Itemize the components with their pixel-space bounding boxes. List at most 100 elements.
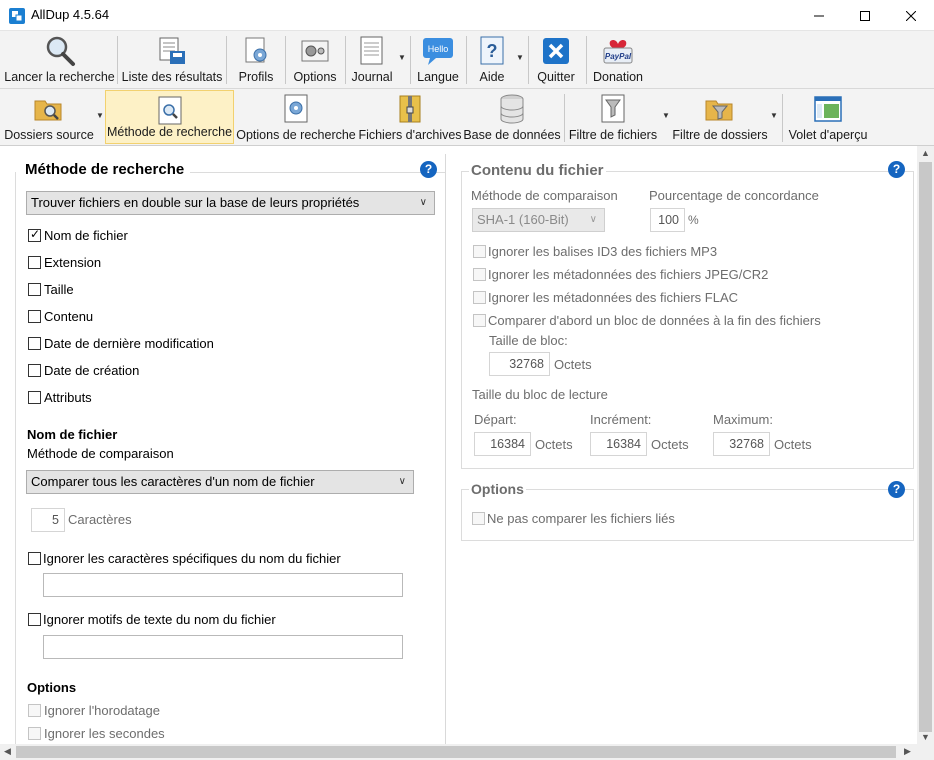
char-count-field[interactable]: 5: [31, 508, 65, 532]
close-button[interactable]: [888, 0, 934, 31]
start-field[interactable]: 16384: [474, 432, 531, 456]
dossiers-source-dropdown-arrow-icon[interactable]: ▼: [96, 111, 104, 120]
donation-label: Donation: [592, 70, 644, 84]
aide-dropdown-arrow-icon[interactable]: ▼: [516, 53, 524, 62]
max-label: Maximum:: [713, 412, 773, 427]
checkbox-ignore-seconds[interactable]: [28, 727, 41, 740]
checkbox-ignore-timestamp[interactable]: [28, 704, 41, 717]
horizontal-scroll-thumb[interactable]: [16, 746, 896, 758]
taille-label: Taille: [44, 282, 74, 297]
profils-button[interactable]: Profils: [231, 31, 281, 88]
filtre-de-fichiers-tab[interactable]: Filtre de fichiers: [568, 89, 658, 146]
toolbar-separator: [466, 36, 467, 84]
scroll-up-icon[interactable]: ▲: [921, 148, 930, 158]
checkbox-taille[interactable]: [28, 283, 41, 296]
char-unit-label: Caractères: [68, 512, 132, 527]
checkbox-attributs[interactable]: [28, 391, 41, 404]
liste-des-resultats-button[interactable]: Liste des résultats: [122, 31, 222, 88]
horizontal-scrollbar[interactable]: ◀ ▶: [0, 744, 917, 760]
journal-button[interactable]: Journal: [349, 31, 395, 88]
options-button[interactable]: Options: [289, 31, 341, 88]
folder-filter-icon: [705, 100, 733, 121]
checkbox-ignore-chars[interactable]: [28, 552, 41, 565]
volet-d-apercu-tab[interactable]: Volet d'aperçu: [786, 89, 870, 146]
langue-button[interactable]: Hello Langue: [414, 31, 462, 88]
filtre-de-fichiers-label: Filtre de fichiers: [568, 128, 658, 142]
aide-button[interactable]: ? Aide: [470, 31, 514, 88]
options-icon: [301, 40, 329, 62]
left-frame-border: [15, 172, 16, 744]
checkbox-ignore-jpeg-meta[interactable]: [473, 268, 486, 281]
fichiers-d-archives-tab[interactable]: Fichiers d'archives: [358, 89, 462, 146]
match-percentage-field[interactable]: 100: [650, 208, 685, 232]
quitter-button[interactable]: Quitter: [533, 31, 579, 88]
options-help-icon[interactable]: ?: [888, 481, 905, 498]
checkbox-contenu[interactable]: [28, 310, 41, 323]
filename-comparison-select[interactable]: Comparer tous les caractères d'un nom de…: [26, 470, 414, 494]
block-size-unit: Octets: [554, 357, 592, 372]
block-size-field[interactable]: 32768: [489, 352, 550, 376]
ignore-patterns-input[interactable]: [43, 635, 403, 659]
paypal-icon-text: PayPal: [605, 52, 632, 61]
max-field[interactable]: 32768: [713, 432, 770, 456]
ignore-chars-input[interactable]: [43, 573, 403, 597]
checkbox-compare-end-block[interactable]: [473, 314, 486, 327]
donation-button[interactable]: PayPal Donation: [590, 31, 646, 88]
checkbox-no-linked-files[interactable]: [472, 512, 485, 525]
increment-field[interactable]: 16384: [590, 432, 647, 456]
dossiers-source-tab[interactable]: Dossiers source: [4, 89, 94, 146]
chevron-down-icon: ∨: [419, 197, 427, 208]
left-help-icon[interactable]: ?: [420, 161, 437, 178]
options-de-recherche-tab[interactable]: Options de recherche: [236, 89, 356, 146]
ignore-id3-label: Ignorer les balises ID3 des fichiers MP3: [488, 244, 718, 259]
checkbox-nom-de-fichier[interactable]: ✓: [28, 228, 41, 242]
filtre-de-fichiers-dropdown-arrow-icon[interactable]: ▼: [662, 111, 670, 120]
ignore-seconds-label: Ignorer les secondes: [44, 726, 165, 741]
base-de-donnees-tab[interactable]: Base de données: [463, 89, 561, 146]
checkbox-date-creation[interactable]: [28, 364, 41, 377]
ignore-flac-meta-label: Ignorer les métadonnées des fichiers FLA…: [488, 290, 739, 305]
left-frame-top-border: [190, 172, 445, 173]
liste-des-resultats-label: Liste des résultats: [121, 70, 223, 84]
char-count-value: 5: [52, 513, 59, 527]
hello-bubble-icon: Hello: [423, 38, 453, 65]
content-help-icon[interactable]: ?: [888, 161, 905, 178]
checkbox-ignore-flac-meta[interactable]: [473, 291, 486, 304]
checkbox-ignore-id3[interactable]: [473, 245, 486, 258]
minimize-button[interactable]: [796, 0, 842, 31]
match-percentage-label: Pourcentage de concordance: [649, 188, 819, 203]
filtre-de-dossiers-label: Filtre de dossiers: [672, 128, 768, 142]
lancer-la-recherche-button[interactable]: Lancer la recherche: [4, 31, 115, 88]
scrollbar-corner: [917, 744, 934, 760]
start-label: Départ:: [474, 412, 517, 427]
toolbar-separator: [410, 36, 411, 84]
toolbar-separator: [285, 36, 286, 84]
date-creation-label: Date de création: [44, 363, 140, 378]
checkbox-extension[interactable]: [28, 256, 41, 269]
scroll-right-icon[interactable]: ▶: [904, 746, 911, 757]
hash-method-select[interactable]: SHA-1 (160-Bit) ∨: [472, 208, 605, 232]
search-method-select[interactable]: Trouver fichiers en double sur la base d…: [26, 191, 435, 215]
methode-de-recherche-tab[interactable]: Méthode de recherche: [105, 90, 234, 144]
lancer-la-recherche-label: Lancer la recherche: [4, 70, 115, 84]
attributs-label: Attributs: [44, 390, 92, 405]
title-bar: AllDup 4.5.64: [0, 0, 934, 31]
aide-label: Aide: [479, 70, 505, 84]
maximize-button[interactable]: [842, 0, 888, 31]
checkbox-ignore-patterns[interactable]: [28, 613, 41, 626]
scroll-down-icon[interactable]: ▼: [921, 732, 930, 742]
journal-dropdown-arrow-icon[interactable]: ▼: [398, 53, 406, 62]
search-method-panel: Méthode de recherche ? Trouver fichiers …: [0, 146, 917, 744]
chevron-down-icon: ∨: [589, 214, 597, 225]
vertical-scrollbar[interactable]: ▲ ▼: [917, 146, 934, 744]
vertical-scroll-thumb[interactable]: [919, 162, 932, 732]
filename-section-title: Nom de fichier: [27, 427, 118, 442]
filtre-de-dossiers-dropdown-arrow-icon[interactable]: ▼: [770, 111, 778, 120]
archive-icon: [399, 95, 421, 123]
checkbox-date-modification[interactable]: [28, 337, 41, 350]
filtre-de-dossiers-tab[interactable]: Filtre de dossiers: [672, 89, 768, 146]
options-de-recherche-label: Options de recherche: [236, 128, 356, 142]
profiles-icon: [245, 37, 267, 63]
scroll-left-icon[interactable]: ◀: [4, 746, 11, 757]
content-comparison-label: Méthode de comparaison: [471, 188, 618, 203]
